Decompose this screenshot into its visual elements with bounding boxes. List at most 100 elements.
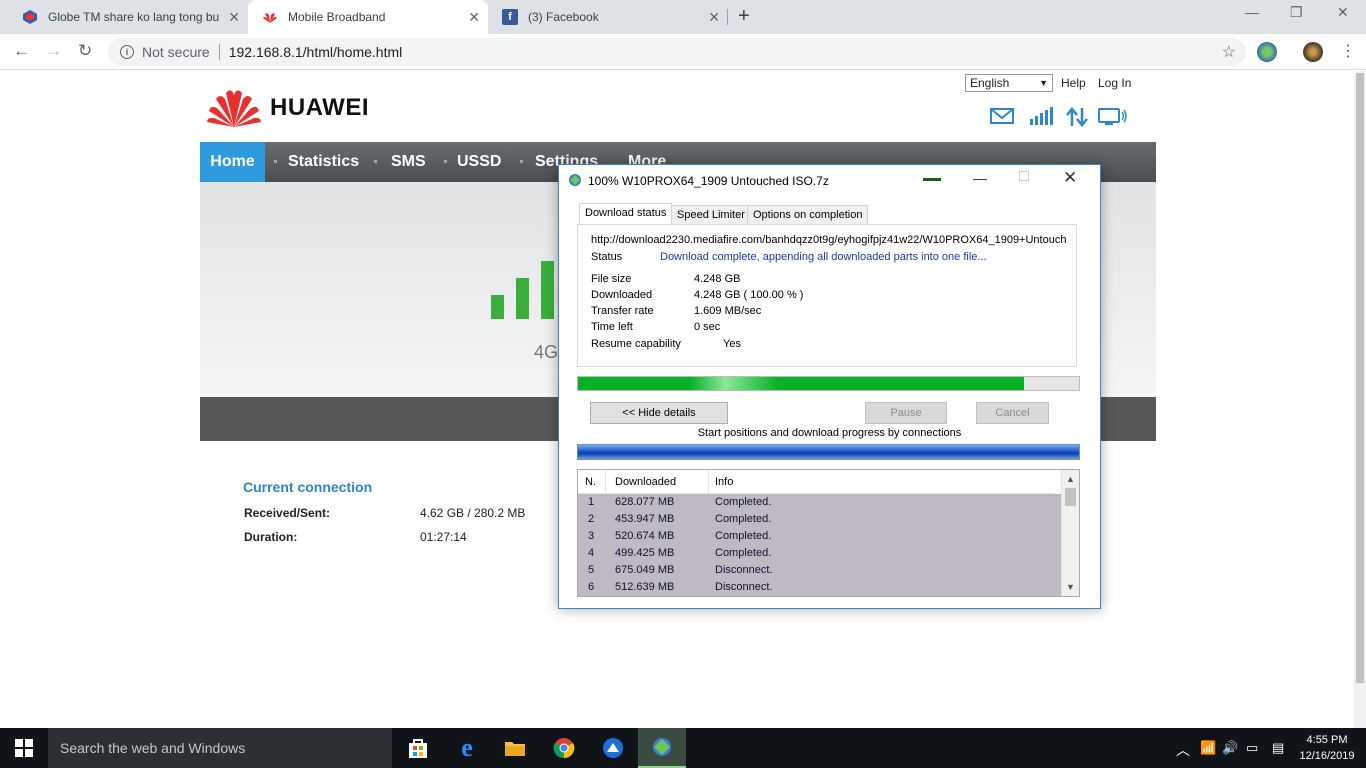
arrow-icon — [923, 178, 941, 181]
idm-extension-icon[interactable] — [1257, 42, 1277, 62]
login-link[interactable]: Log In — [1098, 76, 1131, 90]
cell-info: Completed. — [715, 547, 772, 559]
page-scrollbar[interactable] — [1354, 71, 1366, 728]
downloaded-label: Downloaded — [591, 289, 653, 301]
nav-separator — [444, 160, 447, 163]
windows-taskbar: Search the web and Windows e ︿ 📶 🔊 ▭ ▤ 4… — [0, 728, 1366, 768]
battery-icon[interactable]: ▭ — [1246, 740, 1258, 756]
scrollbar-thumb[interactable] — [1356, 73, 1364, 683]
tab-separator — [727, 9, 728, 25]
window-minimize-icon[interactable]: — — [1245, 4, 1259, 20]
scrollbar-thumb[interactable] — [1065, 488, 1076, 506]
idm-taskbar-icon[interactable] — [638, 728, 686, 768]
chevron-down-icon: ▼ — [1039, 78, 1048, 88]
network-type: 4G — [534, 342, 559, 362]
nav-ussd[interactable]: USSD — [449, 142, 509, 182]
idm-download-dialog: 100% W10PROX64_1909 Untouched ISO.7z — ✕… — [558, 164, 1101, 609]
language-select[interactable]: English ▼ — [965, 74, 1053, 92]
tab-close-icon[interactable]: ✕ — [228, 9, 240, 26]
nav-sms[interactable]: SMS — [383, 142, 434, 182]
nav-separator — [274, 160, 277, 163]
windows-start-icon[interactable] — [0, 728, 48, 768]
security-label[interactable]: Not secure — [142, 44, 210, 60]
table-row[interactable]: 2 453.947 MB Completed. — [578, 511, 1061, 528]
store-icon[interactable] — [394, 728, 442, 768]
idm-globe-icon — [569, 174, 581, 186]
cell-info: Completed. — [715, 496, 772, 508]
dialog-maximize-icon[interactable] — [1019, 171, 1029, 181]
table-row[interactable]: 5 675.049 MB Disconnect. — [578, 562, 1061, 579]
menu-kebab-icon[interactable]: ⋮ — [1340, 41, 1356, 61]
mail-icon[interactable] — [990, 107, 1014, 131]
window-close-icon[interactable]: ✕ — [1337, 4, 1349, 21]
tab-globe[interactable]: Globe TM share ko lang tong bu ✕ — [8, 0, 248, 34]
chrome-icon[interactable] — [540, 728, 588, 768]
tab-mobile-broadband[interactable]: Mobile Broadband ✕ — [248, 0, 488, 34]
tab-close-icon[interactable]: ✕ — [468, 9, 480, 26]
current-connection-title: Current connection — [243, 479, 373, 495]
reload-icon[interactable]: ↻ — [78, 41, 92, 61]
new-tab-button[interactable]: + — [738, 5, 750, 28]
tray-expand-icon[interactable]: ︿ — [1176, 740, 1190, 760]
notification-icon[interactable]: ▤ — [1272, 740, 1284, 756]
connections-progress-bar — [577, 444, 1080, 460]
hide-details-button[interactable]: << Hide details — [590, 402, 728, 424]
tab-speed-limiter[interactable]: Speed Limiter — [671, 205, 751, 225]
window-restore-icon[interactable]: ❐ — [1290, 4, 1303, 21]
cancel-button[interactable]: Cancel — [976, 402, 1049, 424]
table-row[interactable]: 4 499.425 MB Completed. — [578, 545, 1061, 562]
dialog-titlebar[interactable]: 100% W10PROX64_1909 Untouched ISO.7z — ✕ — [559, 165, 1100, 195]
table-header: N. Downloaded Info — [578, 470, 1055, 494]
taskbar-clock[interactable]: 4:55 PM 12/16/2019 — [1294, 732, 1360, 764]
downloaded-value: 4.248 GB ( 100.00 % ) — [694, 289, 804, 301]
tab-options-on-completion[interactable]: Options on completion — [747, 205, 869, 225]
table-row[interactable]: 6 512.639 MB Disconnect. — [578, 579, 1061, 596]
wifi-icon[interactable]: 📶 — [1200, 740, 1216, 756]
bookmark-star-icon[interactable]: ☆ — [1222, 42, 1236, 62]
col-number-header[interactable]: N. — [585, 476, 596, 488]
info-icon[interactable]: i — [120, 45, 134, 59]
clock-time: 4:55 PM — [1306, 734, 1348, 746]
col-info-header[interactable]: Info — [715, 476, 733, 488]
cell-number: 6 — [588, 581, 595, 593]
forward-icon[interactable]: → — [45, 41, 62, 61]
table-scrollbar[interactable]: ▲ ▼ — [1061, 470, 1079, 596]
col-downloaded-header[interactable]: Downloaded — [615, 476, 676, 488]
tab-download-status[interactable]: Download status — [579, 203, 673, 225]
signal-bar — [516, 278, 529, 319]
cell-number: 4 — [588, 547, 595, 559]
table-row[interactable]: 1 628.077 MB Completed. — [578, 494, 1061, 511]
connections-table: N. Downloaded Info 1 628.077 MB Complete… — [577, 469, 1080, 597]
resume-capability-value: Yes — [723, 338, 741, 350]
scroll-up-icon[interactable]: ▲ — [1066, 474, 1075, 484]
transfer-rate-value: 1.609 MB/sec — [694, 305, 762, 317]
globe-favicon-icon — [22, 9, 38, 25]
volume-icon[interactable]: 🔊 — [1222, 740, 1238, 756]
cell-info: Completed. — [715, 530, 772, 542]
app-blue-circle-icon[interactable] — [589, 728, 637, 768]
huawei-logo: HUAWEI — [206, 87, 369, 129]
help-link[interactable]: Help — [1061, 76, 1086, 90]
edge-browser-icon[interactable]: e — [443, 728, 491, 768]
nav-home[interactable]: Home — [200, 142, 265, 182]
scroll-down-icon[interactable]: ▼ — [1066, 582, 1075, 592]
nav-statistics[interactable]: Statistics — [280, 142, 367, 182]
tab-facebook[interactable]: f (3) Facebook ✕ — [488, 0, 728, 34]
taskbar-search-input[interactable]: Search the web and Windows — [48, 728, 392, 768]
huawei-petals-icon — [207, 90, 261, 127]
cell-number: 5 — [588, 564, 595, 576]
tab-close-icon[interactable]: ✕ — [708, 9, 720, 26]
cell-downloaded: 628.077 MB — [615, 496, 675, 508]
table-row[interactable]: 3 520.674 MB Completed. — [578, 528, 1061, 545]
file-explorer-icon[interactable] — [491, 728, 539, 768]
cell-downloaded: 520.674 MB — [615, 530, 675, 542]
resume-capability-label: Resume capability — [591, 338, 681, 350]
address-bar[interactable]: i Not secure 192.168.8.1/html/home.html … — [108, 38, 1246, 66]
time-left-label: Time left — [591, 321, 633, 333]
dialog-minimize-icon[interactable]: — — [973, 170, 987, 186]
pause-button[interactable]: Pause — [865, 402, 947, 424]
address-url[interactable]: 192.168.8.1/html/home.html — [229, 44, 403, 60]
profile-avatar[interactable] — [1303, 42, 1323, 62]
back-icon[interactable]: ← — [13, 41, 30, 61]
dialog-close-icon[interactable]: ✕ — [1063, 168, 1077, 188]
